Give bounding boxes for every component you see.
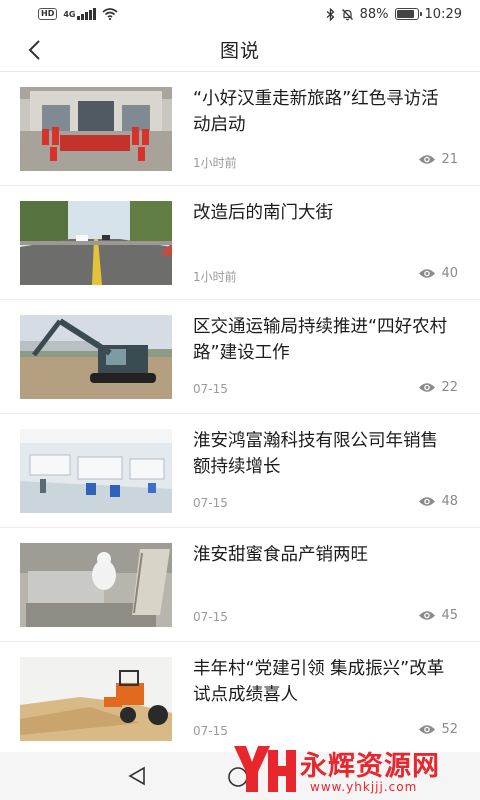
eye-icon — [419, 611, 436, 620]
signal-icon — [77, 8, 97, 20]
hd-badge: HD — [38, 8, 58, 20]
article-thumbnail — [20, 201, 172, 285]
article-time: 07-15 — [193, 382, 228, 396]
nav-back-button[interactable] — [127, 766, 147, 790]
watermark-url: www.yhkjjj.com — [310, 780, 418, 794]
page-title: 图说 — [219, 40, 260, 62]
watermark: 永辉资源网 www.yhkjjj.com — [228, 738, 468, 800]
status-left: HD 4G — [38, 8, 119, 20]
view-count: 22 — [441, 380, 458, 395]
article-title: 改造后的南门大街 — [193, 203, 333, 223]
article-views: 22 — [418, 380, 458, 395]
article-views: 52 — [418, 722, 458, 737]
battery-percent: 88% — [359, 6, 389, 22]
article-item[interactable]: “小好汉重走新旅路”红色寻访活动启动 1小时前 21 — [0, 72, 480, 186]
triangle-back-icon — [128, 766, 145, 786]
article-views: 21 — [418, 152, 458, 167]
clock: 10:29 — [424, 6, 462, 22]
watermark-name: 永辉资源网 — [300, 751, 440, 782]
article-title: 丰年村“党建引领 集成振兴”改革试点成绩喜人 — [193, 659, 445, 705]
article-title: 淮安甜蜜食品产销两旺 — [193, 545, 368, 565]
eye-icon — [419, 269, 436, 278]
article-time: 07-15 — [193, 610, 228, 624]
article-thumbnail — [20, 87, 172, 171]
article-list: “小好汉重走新旅路”红色寻访活动启动 1小时前 21 改造后的南门大街 1小时前… — [0, 72, 480, 756]
eye-icon — [419, 725, 436, 734]
view-count: 45 — [441, 608, 458, 623]
view-count: 21 — [441, 152, 458, 167]
article-views: 45 — [418, 608, 458, 623]
mute-bell-icon — [341, 8, 353, 20]
back-button[interactable] — [18, 34, 50, 66]
article-item[interactable]: 区交通运输局持续推进“四好农村路”建设工作 07-15 22 — [0, 300, 480, 414]
article-thumbnail — [20, 429, 172, 513]
article-views: 48 — [418, 494, 458, 509]
article-item[interactable]: 淮安鸿富瀚科技有限公司年销售额持续增长 07-15 48 — [0, 414, 480, 528]
article-thumbnail — [20, 543, 172, 627]
battery-fill — [396, 10, 415, 18]
article-item[interactable]: 改造后的南门大街 1小时前 40 — [0, 186, 480, 300]
article-views: 40 — [418, 266, 458, 281]
wifi-icon — [102, 8, 119, 20]
article-time: 07-15 — [193, 724, 228, 738]
article-title: “小好汉重走新旅路”红色寻访活动启动 — [193, 89, 439, 135]
article-title: 淮安鸿富瀚科技有限公司年销售额持续增长 — [193, 431, 438, 477]
page-header: 图说 — [0, 28, 480, 72]
article-thumbnail — [20, 315, 172, 399]
status-right: 88% 10:29 — [326, 7, 462, 22]
eye-icon — [419, 155, 436, 164]
bluetooth-icon — [326, 7, 335, 21]
view-count: 48 — [441, 494, 458, 509]
view-count: 40 — [441, 266, 458, 281]
watermark-logo — [234, 746, 296, 792]
eye-icon — [419, 497, 436, 506]
network-type: 4G — [63, 9, 76, 19]
article-item[interactable]: 淮安甜蜜食品产销两旺 07-15 45 — [0, 528, 480, 642]
article-title: 区交通运输局持续推进“四好农村路”建设工作 — [193, 317, 448, 363]
article-time: 1小时前 — [193, 156, 237, 170]
status-bar: HD 4G 88% 10:29 — [0, 0, 480, 28]
chevron-left-icon — [28, 40, 40, 60]
article-time: 07-15 — [193, 496, 228, 510]
view-count: 52 — [441, 722, 458, 737]
article-time: 1小时前 — [193, 270, 237, 284]
battery-icon — [394, 8, 422, 20]
article-thumbnail — [20, 657, 172, 741]
eye-icon — [419, 383, 436, 392]
